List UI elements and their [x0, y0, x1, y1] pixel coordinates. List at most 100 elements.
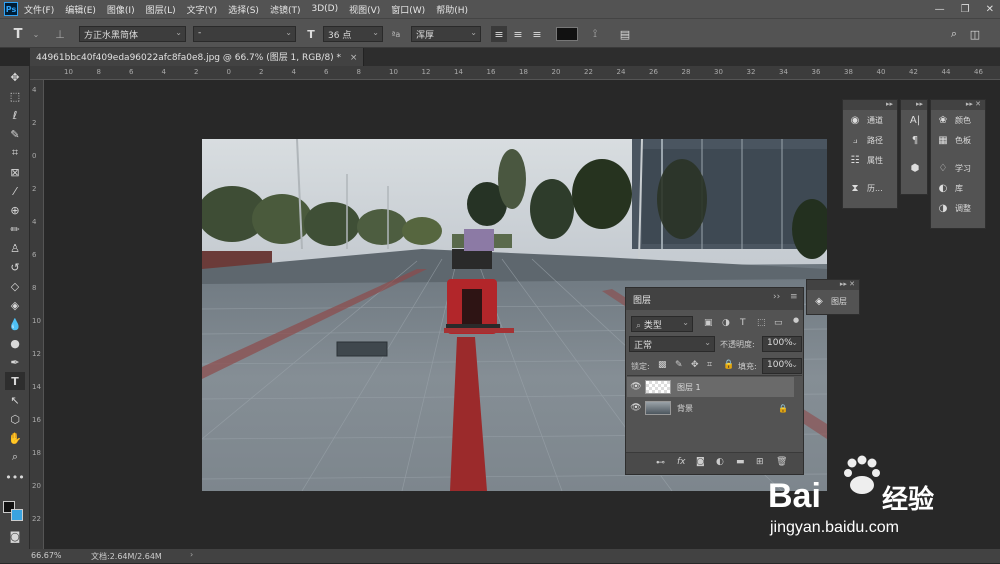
font-style-select[interactable]: - ⌄: [193, 26, 296, 42]
new-group-icon[interactable]: ▬: [736, 457, 745, 467]
menu-type[interactable]: 文字(Y): [187, 3, 218, 16]
layer-row[interactable]: 👁 图层 1: [627, 377, 794, 397]
lock-artboard-icon[interactable]: ⌗: [707, 360, 712, 370]
warp-text-icon[interactable]: ⟟: [587, 26, 603, 42]
crop-tool-icon[interactable]: ⌗: [5, 144, 25, 162]
path-select-icon[interactable]: ↖: [5, 391, 25, 409]
lock-transparency-icon[interactable]: ▩: [658, 360, 667, 370]
pen-tool-icon[interactable]: ✒: [5, 353, 25, 371]
lock-all-icon[interactable]: 🔒: [723, 360, 734, 370]
align-center-icon[interactable]: ≡: [510, 26, 526, 42]
new-layer-icon[interactable]: ⊞: [756, 457, 764, 467]
menu-window[interactable]: 窗口(W): [391, 3, 425, 16]
lasso-tool-icon[interactable]: ℓ: [5, 106, 25, 124]
panel-learn[interactable]: ♢ 学习: [931, 158, 985, 178]
menu-image[interactable]: 图像(I): [107, 3, 135, 16]
background-color-swatch[interactable]: [11, 509, 23, 521]
type-tool-icon[interactable]: T: [5, 372, 25, 390]
layer-name[interactable]: 背景: [677, 403, 693, 414]
align-right-icon[interactable]: ≡: [529, 26, 545, 42]
tab-close-icon[interactable]: ×: [350, 53, 358, 63]
eyedropper-tool-icon[interactable]: ⁄: [5, 182, 25, 200]
layer-name[interactable]: 图层 1: [677, 382, 701, 393]
layer-row[interactable]: 👁 背景 🔒: [627, 398, 794, 418]
paint-bucket-icon[interactable]: ◈: [5, 296, 25, 314]
visibility-eye-icon[interactable]: 👁: [627, 382, 645, 392]
type-tool-icon[interactable]: T: [10, 26, 26, 42]
add-mask-icon[interactable]: ◙: [696, 457, 705, 467]
menu-filter[interactable]: 滤镜(T): [270, 3, 301, 16]
adjustment-layer-icon[interactable]: ◐: [716, 457, 724, 467]
marquee-tool-icon[interactable]: ⬚: [5, 87, 25, 105]
eraser-tool-icon[interactable]: ◇: [5, 277, 25, 295]
minimize-icon[interactable]: —: [935, 4, 945, 15]
layers-tab[interactable]: 图层: [633, 293, 651, 306]
status-menu-arrow-icon[interactable]: ›: [190, 550, 193, 559]
fx-icon[interactable]: fx: [677, 457, 686, 467]
layer-filter-select[interactable]: ⌕ 类型 ⌄: [631, 316, 693, 332]
text-color-swatch[interactable]: [556, 27, 578, 41]
align-left-icon[interactable]: ≡: [491, 26, 507, 42]
blur-tool-icon[interactable]: 💧: [5, 315, 25, 333]
workspace-icon[interactable]: ◫: [967, 26, 983, 42]
link-layers-icon[interactable]: ⊷: [656, 458, 665, 468]
collapse-icon[interactable]: ▸▸ ✕: [807, 280, 859, 290]
visibility-eye-icon[interactable]: 👁: [627, 403, 645, 413]
blend-mode-select[interactable]: 正常 ⌄: [629, 336, 715, 352]
hand-tool-icon[interactable]: ✋: [5, 429, 25, 447]
quick-mask-icon[interactable]: ◙: [5, 527, 25, 545]
panel-adjustments[interactable]: ◑ 调整: [931, 198, 985, 218]
panel-channels[interactable]: ◉ 通道: [843, 110, 897, 130]
more-tools-icon[interactable]: •••: [5, 468, 25, 486]
quick-select-tool-icon[interactable]: ✎: [5, 125, 25, 143]
font-family-select[interactable]: 方正水黑简体 ⌄: [79, 26, 186, 42]
panel-menu-icon[interactable]: ≡: [790, 292, 798, 302]
panel-paragraph[interactable]: ¶: [901, 130, 927, 150]
tool-preset-chevron-icon[interactable]: ⌄: [28, 26, 44, 42]
history-brush-icon[interactable]: ↺: [5, 258, 25, 276]
brush-tool-icon[interactable]: ✏: [5, 220, 25, 238]
lock-pixels-icon[interactable]: ✎: [675, 360, 683, 370]
filter-shape-icon[interactable]: ⬚: [757, 318, 766, 328]
zoom-tool-icon[interactable]: ⌕: [5, 448, 25, 466]
filter-adjust-icon[interactable]: ◑: [722, 318, 730, 328]
shape-tool-icon[interactable]: ⬡: [5, 410, 25, 428]
restore-icon[interactable]: ❐: [961, 4, 970, 15]
fill-input[interactable]: 100% ⌄: [762, 358, 802, 374]
close-icon[interactable]: ✕: [986, 4, 994, 15]
filter-pixel-icon[interactable]: ▣: [704, 318, 713, 328]
panel-3d[interactable]: ⬢: [901, 158, 927, 178]
font-size-select[interactable]: 36 点 ⌄: [323, 26, 383, 42]
clone-stamp-icon[interactable]: ♙: [5, 239, 25, 257]
filter-type-icon[interactable]: T: [740, 318, 746, 328]
collapse-icon[interactable]: ››: [773, 292, 780, 302]
filter-smart-icon[interactable]: ▭: [774, 318, 783, 328]
character-panel-icon[interactable]: ▤: [617, 26, 633, 42]
panel-layers-collapsed[interactable]: ◈ 图层: [807, 290, 859, 312]
collapse-icon[interactable]: ▸▸: [843, 100, 897, 110]
opacity-input[interactable]: 100% ⌄: [762, 336, 802, 352]
menu-edit[interactable]: 编辑(E): [65, 3, 96, 16]
collapse-icon[interactable]: ▸▸: [901, 100, 927, 110]
frame-tool-icon[interactable]: ⊠: [5, 163, 25, 181]
panel-library[interactable]: ◐ 库: [931, 178, 985, 198]
filter-toggle-icon[interactable]: ●: [793, 316, 799, 324]
collapse-icon[interactable]: ▸▸ ✕: [931, 100, 985, 110]
menu-view[interactable]: 视图(V): [349, 3, 380, 16]
panel-properties[interactable]: ☷ 属性: [843, 150, 897, 170]
panel-character[interactable]: A|: [901, 110, 927, 130]
document-tab[interactable]: 44961bbc40f409eda96022afc8fa0e8.jpg @ 66…: [30, 48, 365, 66]
menu-help[interactable]: 帮助(H): [436, 3, 468, 16]
move-tool-icon[interactable]: ✥: [5, 68, 25, 86]
anti-alias-select[interactable]: 浑厚 ⌄: [411, 26, 481, 42]
panel-paths[interactable]: ⟓ 路径: [843, 130, 897, 150]
dodge-tool-icon[interactable]: ●: [5, 334, 25, 352]
healing-brush-icon[interactable]: ⊕: [5, 201, 25, 219]
panel-color[interactable]: ❀ 颜色: [931, 110, 985, 130]
text-orientation-icon[interactable]: ⊥: [52, 26, 68, 42]
menu-3d[interactable]: 3D(D): [311, 4, 338, 14]
menu-layer[interactable]: 图层(L): [146, 3, 176, 16]
panel-swatches[interactable]: ▦ 色板: [931, 130, 985, 150]
menu-file[interactable]: 文件(F): [24, 3, 54, 16]
panel-history[interactable]: ⧗ 历...: [843, 178, 897, 198]
